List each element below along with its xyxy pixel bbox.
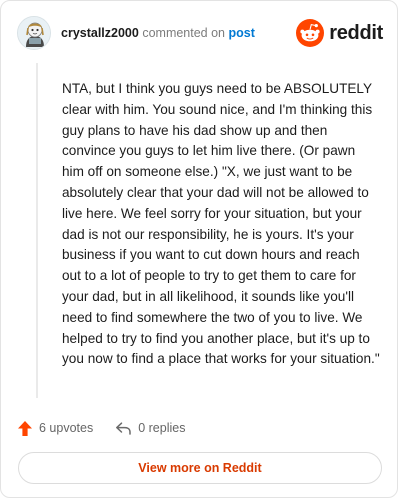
reply-count: 0 replies bbox=[138, 421, 186, 435]
reply-arrow-icon[interactable] bbox=[115, 421, 132, 436]
embedded-comment-card: crystallz2000 commented on post reddit N… bbox=[0, 0, 398, 498]
upvote-action[interactable]: 6 upvotes bbox=[17, 420, 93, 437]
reply-action[interactable]: 0 replies bbox=[115, 421, 185, 436]
comment-header: crystallz2000 commented on post reddit bbox=[17, 15, 383, 53]
avatar[interactable] bbox=[17, 16, 51, 50]
upvote-count: 6 upvotes bbox=[39, 421, 94, 435]
thread-line bbox=[36, 63, 38, 398]
view-more-button[interactable]: View more on Reddit bbox=[18, 452, 382, 484]
post-link[interactable]: post bbox=[229, 26, 255, 40]
comment-body: NTA, but I think you guys need to be ABS… bbox=[62, 81, 380, 367]
action-text: commented on bbox=[142, 26, 226, 40]
username[interactable]: crystallz2000 bbox=[61, 26, 139, 40]
reddit-logo[interactable]: reddit bbox=[296, 18, 383, 48]
comment-meta: crystallz2000 commented on post bbox=[61, 26, 255, 40]
brand-wordmark: reddit bbox=[329, 21, 383, 44]
upvote-arrow-icon[interactable] bbox=[17, 420, 33, 437]
comment-actions: 6 upvotes 0 replies bbox=[17, 417, 185, 439]
avatar-image bbox=[18, 17, 50, 49]
reddit-snoo-icon bbox=[296, 19, 325, 47]
